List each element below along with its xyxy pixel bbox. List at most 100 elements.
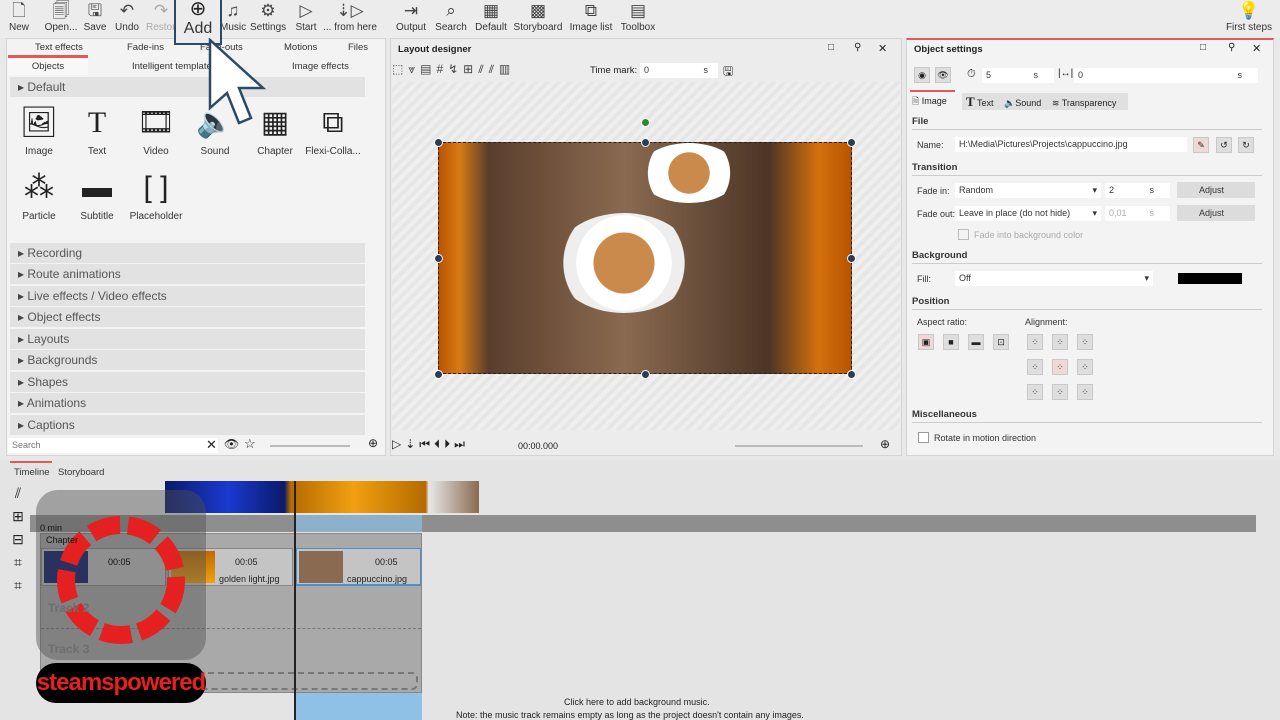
tab-fade-ins[interactable]: Fade-ins [127,42,164,53]
fade-in-select[interactable]: Random ▾ [955,183,1101,198]
object-text[interactable]: T Text [69,100,125,157]
object-flexi-collage[interactable]: ⧉ Flexi-Colla... [305,100,361,157]
tab-text-effects[interactable]: Text effects [35,42,83,53]
tab-transparency[interactable]: ≋ Transparency [1052,98,1117,108]
align-option[interactable]: ⁘ [1052,384,1068,400]
pin-icon[interactable]: ⚲ [1228,42,1235,53]
category-layouts[interactable]: Layouts [10,329,365,349]
eye-icon[interactable]: 👁 [224,437,239,451]
tab-objects[interactable]: Objects [8,58,88,75]
image-list-button[interactable]: ⧉ Image list [568,0,614,38]
object-subtitle[interactable]: ▬ Subtitle [69,165,125,222]
align-option[interactable]: ⁘ [1077,359,1093,375]
fill-color-swatch[interactable] [1178,273,1242,284]
open-button[interactable]: 🗐 Open... [44,0,78,38]
tab-image[interactable]: 🗎 Image [912,93,960,110]
tab-motions[interactable]: Motions [284,42,317,53]
category-live-effects[interactable]: Live effects / Video effects [10,286,365,306]
first-steps-button[interactable]: 💡 First steps [1222,0,1276,38]
maximize-icon[interactable]: □ [1200,42,1206,53]
category-object-effects[interactable]: Object effects [10,307,365,327]
zoom-fit-icon[interactable]: ⊕ [880,437,890,451]
align-option[interactable]: ⁘ [1027,334,1043,350]
music-button[interactable]: ♫ Music [220,0,246,38]
toolbox-button[interactable]: ▤ Toolbox [618,0,658,38]
category-backgrounds[interactable]: Backgrounds [10,350,365,370]
rotate-checkbox[interactable] [918,432,929,443]
save-time-icon[interactable]: 🖫 [723,62,733,83]
image-object-cappuccino[interactable] [438,142,852,374]
object-placeholder[interactable]: [ ] Placeholder [128,165,184,222]
new-button[interactable]: 🗋 New [4,0,34,38]
tab-files[interactable]: Files [348,42,368,53]
align-option[interactable]: ⁘ [1027,359,1043,375]
offset-input[interactable]: 0s [1074,68,1258,83]
tab-storyboard[interactable]: Storyboard [58,467,104,478]
time-mark-input[interactable]: 0s [640,63,718,78]
designer-zoom-slider[interactable] [735,445,863,447]
start-from-here-button[interactable]: ⇣▷... from here [322,0,378,38]
tab-intelligent-templates[interactable]: Intelligent templates [132,61,217,72]
category-recording[interactable]: Recording [10,243,365,263]
align-option[interactable]: ⁘ [1052,359,1068,375]
tab-sound[interactable]: 🔈Sound [1004,98,1041,108]
resize-handle[interactable] [847,138,856,147]
align-option[interactable]: ⁘ [1077,384,1093,400]
align-option[interactable]: ⁘ [1052,334,1068,350]
resize-handle[interactable] [847,254,856,263]
zoom-icon[interactable]: ⊕ [368,436,378,450]
resize-handle[interactable] [434,138,443,147]
timeline-scrollbar[interactable] [1260,635,1270,715]
undo-button[interactable]: ↶ Undo [114,0,140,38]
zoom-slider[interactable] [270,445,350,447]
aspect-ratio-option[interactable]: ⊡ [993,334,1009,350]
object-image[interactable]: 🖼 Image [11,100,67,157]
start-button[interactable]: ▷ Start [292,0,320,38]
aspect-ratio-option[interactable]: ■ [943,334,959,350]
close-icon[interactable]: ✕ [878,42,887,55]
search-button[interactable]: ⌕ Search [434,0,468,38]
playback-controls[interactable]: ▷⇣⏮⏴⏵⏭ [392,437,532,452]
file-name-input[interactable]: H:\Media\Pictures\Projects\cappuccino.jp… [955,137,1187,152]
object-video[interactable]: 🎞 Video [128,100,184,157]
align-option[interactable]: ⁘ [1027,384,1043,400]
aspect-ratio-option[interactable]: ▣ [918,334,934,350]
eye-icon[interactable]: 👁 [935,67,951,83]
object-particle[interactable]: ⁂ Particle [11,165,67,222]
category-route-animations[interactable]: Route animations [10,264,365,284]
designer-tools[interactable]: ⬚⩔▤#↯⊞⫽⫽▥ [392,62,582,78]
close-icon[interactable]: ✕ [1252,42,1261,55]
default-layout-button[interactable]: ▦ Default [474,0,508,38]
rotate-handle[interactable] [641,118,650,127]
toggle-icon[interactable]: ◉ [914,67,930,83]
fade-out-time-input[interactable]: 0,01 s [1105,206,1170,221]
category-captions[interactable]: Captions [10,415,365,435]
category-shapes[interactable]: Shapes [10,372,365,392]
adjust-fade-in-button[interactable]: Adjust [1177,182,1255,198]
clear-search-icon[interactable]: ✕ [206,437,217,453]
rotate-right-icon[interactable]: ↻ [1238,137,1254,153]
group-default[interactable]: Default [10,77,365,97]
music-hint[interactable]: Click here to add background music. [564,697,710,707]
align-option[interactable]: ⁘ [1077,334,1093,350]
maximize-icon[interactable]: □ [828,42,834,53]
save-button[interactable]: 🖫 Save [82,0,108,38]
pin-icon[interactable]: ⚲ [854,42,861,53]
rotate-left-icon[interactable]: ↺ [1216,137,1232,153]
tab-text[interactable]: T Text [966,94,994,109]
search-input[interactable] [8,438,218,453]
settings-button[interactable]: ⚙ Settings [250,0,286,38]
fade-bg-checkbox[interactable] [958,229,969,240]
aspect-ratio-option[interactable]: ▬ [968,334,984,350]
tab-timeline[interactable]: Timeline [14,467,50,478]
output-button[interactable]: ⇥ Output [394,0,428,38]
adjust-fade-out-button[interactable]: Adjust [1177,205,1255,221]
resize-handle[interactable] [434,370,443,379]
fade-out-select[interactable]: Leave in place (do not hide) ▾ [955,206,1101,221]
resize-handle[interactable] [847,370,856,379]
resize-handle[interactable] [641,138,650,147]
resize-handle[interactable] [641,370,650,379]
fade-in-time-input[interactable]: 2s [1105,183,1170,198]
duration-input[interactable]: 5s [982,68,1054,83]
restore-button[interactable]: ↷ Restore [146,0,181,38]
